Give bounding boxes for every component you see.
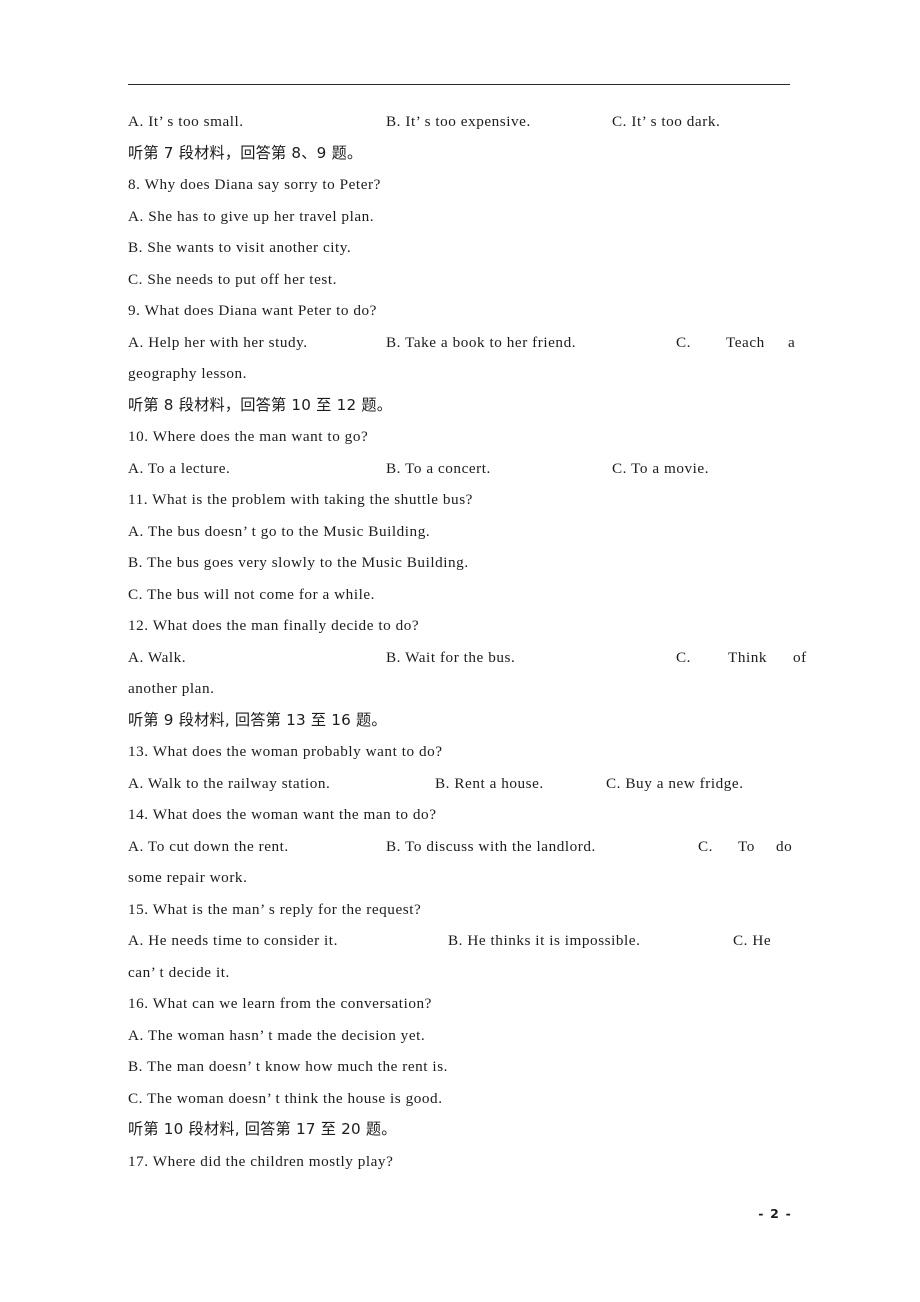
option-c-label: C. xyxy=(676,333,692,351)
option-row: A. To cut down the rent. B. To discuss w… xyxy=(128,831,793,863)
option-c: C. Buy a new fridge. xyxy=(606,774,744,792)
section-heading-material-10: 听第 10 段材料, 回答第 17 至 20 题。 xyxy=(128,1120,397,1138)
question-stem-14: 14. What does the woman want the man to … xyxy=(128,806,437,823)
option-row: A. It’ s too small. B. It’ s too expensi… xyxy=(128,106,790,138)
option-b: B. To discuss with the landlord. xyxy=(386,837,596,855)
option-b: B. The bus goes very slowly to the Music… xyxy=(128,554,469,571)
option-c-word: of xyxy=(793,648,807,666)
option-c-continuation: geography lesson. xyxy=(128,365,248,382)
option-a: A. She has to give up her travel plan. xyxy=(128,207,375,225)
option-b: B. She wants to visit another city. xyxy=(128,239,352,256)
option-a: A. Walk to the railway station. xyxy=(128,774,331,792)
option-c-word: a xyxy=(788,333,796,351)
page-number: - 2 - xyxy=(758,1206,792,1221)
option-a: A. To cut down the rent. xyxy=(128,837,289,855)
question-stem-15: 15. What is the man’ s reply for the req… xyxy=(128,900,422,918)
question-stem-8: 8. Why does Diana say sorry to Peter? xyxy=(128,176,381,193)
option-c-continuation: some repair work. xyxy=(128,869,248,886)
option-c-word: To xyxy=(738,837,755,855)
question-stem-9: 9. What does Diana want Peter to do? xyxy=(128,302,377,319)
option-b: B. To a concert. xyxy=(386,459,491,477)
option-a: A. Walk. xyxy=(128,648,187,666)
section-heading-material-7: 听第 7 段材料，回答第 8、9 题。 xyxy=(128,143,363,162)
option-b: B. Take a book to her friend. xyxy=(386,333,577,351)
question-list: A. It’ s too small. B. It’ s too expensi… xyxy=(128,106,806,1177)
option-c: C. She needs to put off her test. xyxy=(128,270,337,288)
option-c-word: Teach xyxy=(726,333,765,351)
option-row: A. He needs time to consider it. B. He t… xyxy=(128,925,790,957)
question-stem-11: 11. What is the problem with taking the … xyxy=(128,491,473,508)
option-b: B. Wait for the bus. xyxy=(386,648,516,666)
option-b: B. He thinks it is impossible. xyxy=(448,932,641,949)
section-heading-material-8: 听第 8 段材料，回答第 10 至 12 题。 xyxy=(128,395,393,414)
question-stem-12: 12. What does the man finally decide to … xyxy=(128,617,420,634)
question-stem-10: 10. Where does the man want to go? xyxy=(128,428,369,445)
section-heading-material-9: 听第 9 段材料, 回答第 13 至 16 题。 xyxy=(128,710,387,729)
option-row: A. Help her with her study. B. Take a bo… xyxy=(128,327,795,359)
question-stem-16: 16. What can we learn from the conversat… xyxy=(128,995,432,1012)
option-c-label: C. xyxy=(676,648,692,666)
option-a: A. Help her with her study. xyxy=(128,333,308,351)
option-a: A. The woman hasn’ t made the decision y… xyxy=(128,1026,426,1044)
option-c-continuation: another plan. xyxy=(128,680,215,697)
option-a: A. The bus doesn’ t go to the Music Buil… xyxy=(128,522,431,540)
option-c-continuation: can’ t decide it. xyxy=(128,963,230,981)
option-c-label: C. He xyxy=(733,932,772,949)
option-row: A. Walk to the railway station. B. Rent … xyxy=(128,768,790,800)
option-c: C. The woman doesn’ t think the house is… xyxy=(128,1089,443,1107)
option-c: C. It’ s too dark. xyxy=(612,113,721,130)
option-c: C. The bus will not come for a while. xyxy=(128,585,375,603)
option-c-word: do xyxy=(776,837,793,855)
option-c-word: Think xyxy=(728,648,768,666)
option-a: A. To a lecture. xyxy=(128,459,231,477)
option-a: A. He needs time to consider it. xyxy=(128,932,338,949)
option-b: B. It’ s too expensive. xyxy=(386,113,531,130)
option-row: A. To a lecture. B. To a concert. C. To … xyxy=(128,453,790,485)
question-stem-13: 13. What does the woman probably want to… xyxy=(128,743,443,760)
option-row: A. Walk. B. Wait for the bus. C. Think o… xyxy=(128,642,806,674)
option-a: A. It’ s too small. xyxy=(128,113,244,130)
option-c-label: C. xyxy=(698,837,714,855)
option-b: B. Rent a house. xyxy=(435,774,544,792)
exam-page: A. It’ s too small. B. It’ s too expensi… xyxy=(0,0,920,1302)
option-b: B. The man doesn’ t know how much the re… xyxy=(128,1058,449,1075)
question-stem-17: 17. Where did the children mostly play? xyxy=(128,1152,394,1170)
option-c: C. To a movie. xyxy=(612,459,710,477)
header-divider-rule xyxy=(128,84,790,85)
